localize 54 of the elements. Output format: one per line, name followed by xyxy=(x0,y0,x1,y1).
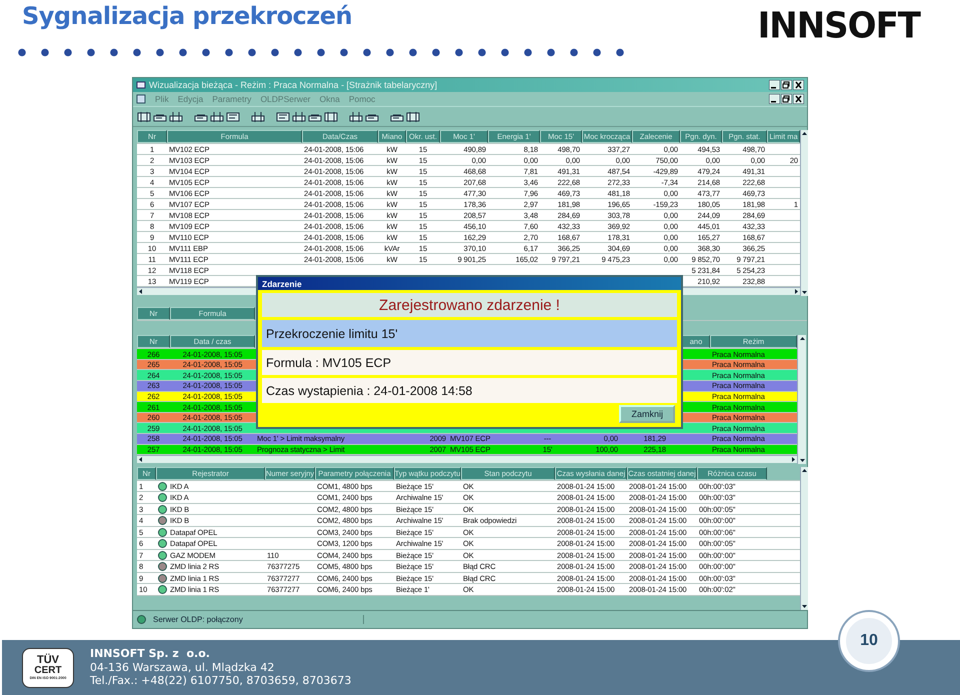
document-icon xyxy=(136,94,146,104)
dialog-time: Czas wystapienia : 24-01-2008 14:58 xyxy=(266,384,472,398)
menu-item[interactable]: Parametry xyxy=(212,94,252,104)
close-icon[interactable] xyxy=(793,94,804,104)
company-address: 04-136 Warszawa, ul. Mlądzka 42 xyxy=(90,660,276,674)
company-name: INNSOFT Sp. z o.o. xyxy=(90,646,211,661)
dialog-heading: Zarejestrowano zdarzenie ! xyxy=(379,296,560,314)
dialog-formula: Formula : MV105 ECP xyxy=(266,356,392,370)
menu-item[interactable]: Pomoc xyxy=(348,94,376,104)
cert-logo-text: CERT xyxy=(34,666,62,676)
down-arrow-icon[interactable] xyxy=(801,603,808,610)
cert-logo-text: TÜV xyxy=(37,654,59,666)
toolbar-glyph-icon[interactable] xyxy=(137,110,151,124)
menu-item[interactable]: OLDPSerwer xyxy=(260,94,311,104)
menu-item[interactable]: Edycja xyxy=(178,94,204,104)
toolbar-glyph-icon[interactable] xyxy=(292,110,306,124)
app-icon xyxy=(136,80,146,90)
dialog-title: Zdarzenie xyxy=(258,277,681,290)
horizontal-scrollbar[interactable] xyxy=(137,455,797,464)
restore-icon[interactable] xyxy=(781,80,792,90)
toolbar-glyph-icon[interactable] xyxy=(324,110,338,124)
menu-item[interactable]: Okna xyxy=(320,94,340,104)
left-arrow-icon[interactable] xyxy=(137,288,144,296)
vertical-scrollbar[interactable] xyxy=(800,466,808,610)
close-dialog-button[interactable]: Zamknij xyxy=(619,405,675,423)
toolbar-glyph-icon[interactable] xyxy=(406,110,420,124)
up-arrow-icon[interactable] xyxy=(798,335,806,342)
minimize-icon[interactable] xyxy=(769,80,780,90)
toolbar-glyph-icon[interactable] xyxy=(251,110,265,124)
toolbar-glyph-icon[interactable] xyxy=(276,110,290,124)
window-title: Wizualizacja bieżąca - Reżim : Praca Normalna - [Strażnik tabelaryczny] xyxy=(149,80,438,90)
up-arrow-icon[interactable] xyxy=(801,130,808,138)
right-arrow-icon[interactable] xyxy=(790,456,797,464)
left-arrow-icon[interactable] xyxy=(137,456,144,464)
down-arrow-icon[interactable] xyxy=(798,456,806,464)
up-arrow-icon[interactable] xyxy=(801,466,808,474)
close-icon[interactable] xyxy=(793,80,804,90)
right-arrow-icon[interactable] xyxy=(793,288,800,296)
menu-item[interactable]: Plik xyxy=(155,94,169,104)
company-logo: INNSOFT xyxy=(758,5,920,47)
company-phone: Tel./Fax.: +48(22) 6107750, 8703659, 8703673 xyxy=(90,674,352,688)
restore-icon[interactable] xyxy=(781,94,792,104)
toolbar-glyph-icon[interactable] xyxy=(169,110,183,124)
toolbar-glyph-icon[interactable] xyxy=(349,110,363,124)
page-number: 10 xyxy=(840,612,898,670)
status-text: Serwer OLDP: połączony xyxy=(153,615,364,624)
vertical-scrollbar[interactable] xyxy=(800,130,808,296)
minimize-icon[interactable] xyxy=(769,94,780,104)
vertical-scrollbar[interactable] xyxy=(797,335,806,464)
toolbar-glyph-icon[interactable] xyxy=(210,110,224,124)
slide-title: Sygnalizacja przekroczeń xyxy=(22,2,352,30)
toolbar-glyph-icon[interactable] xyxy=(226,110,240,124)
dialog-message: Przekroczenie limitu 15' xyxy=(266,326,398,340)
down-arrow-icon[interactable] xyxy=(801,288,808,296)
